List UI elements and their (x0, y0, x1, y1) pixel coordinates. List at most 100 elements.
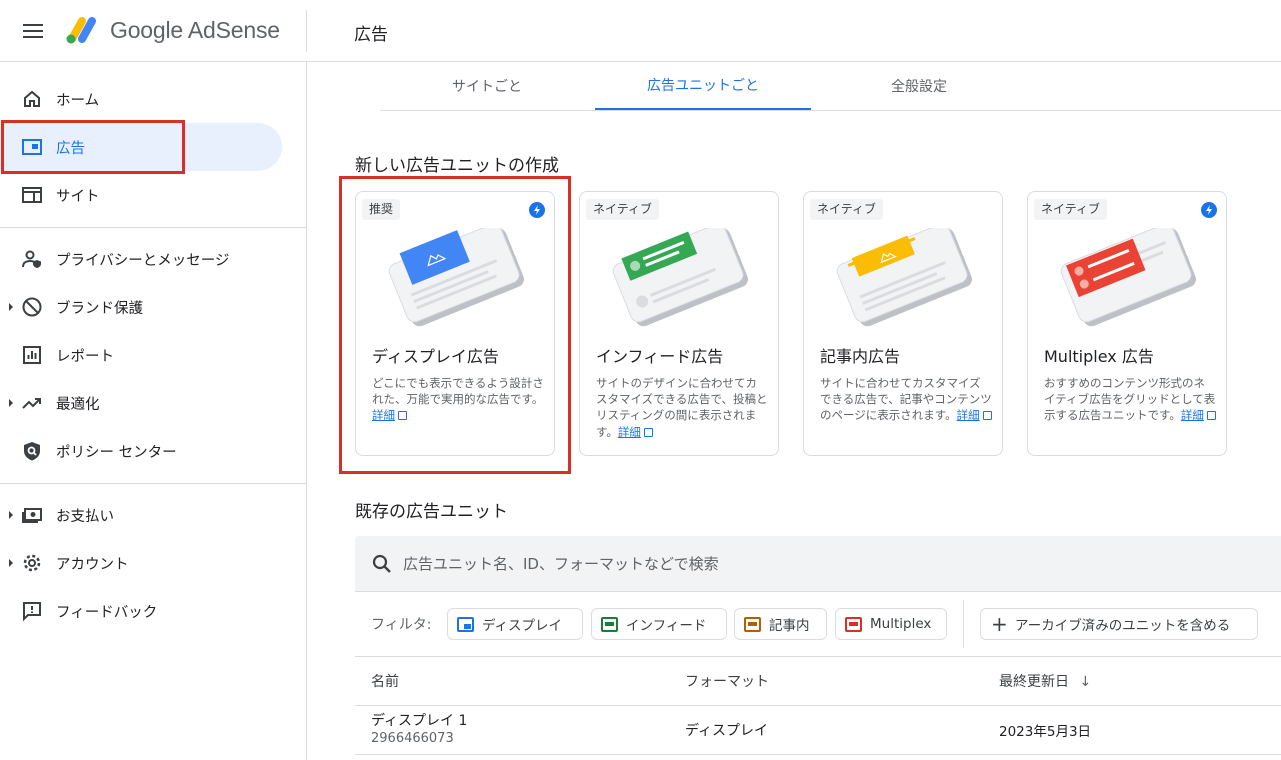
card-description: サイトのデザインに合わせてカスタマイズできる広告で、投稿とリスティングの間に表示… (596, 376, 768, 439)
adsense-logo-icon (66, 17, 96, 44)
header-divider (306, 10, 307, 52)
search-input[interactable] (403, 550, 1203, 578)
sidebar-item-label: 広告 (56, 141, 85, 157)
tab-by-site[interactable]: サイトごと (380, 62, 594, 110)
gear-icon (23, 554, 41, 572)
in-feed-ad-card[interactable]: ネイティブ インフィード広告 サイトのデザインに合わせてカスタマイズできる広告で… (579, 191, 779, 456)
filter-chip-label: Multiplex (870, 616, 932, 632)
sidebar-item-label: レポート (56, 349, 114, 365)
card-description: おすすめのコンテンツ形式のネイティブ広告をグリッドとして表示する広告ユニットです… (1044, 376, 1216, 423)
menu-icon (23, 24, 43, 26)
in-article-ad-card[interactable]: ネイティブ 記事内広告 サイトに合わせてカスタマイズできる広告で、記事やコンテン… (803, 191, 1003, 456)
ads-icon (22, 139, 42, 155)
in-feed-ad-illustration-icon (612, 228, 748, 327)
ad-unit-last-updated: 2023年5月3日 (999, 724, 1092, 740)
table-divider (355, 656, 1281, 657)
learn-more-link[interactable]: 詳細 (618, 425, 641, 439)
bolt-icon (1201, 202, 1217, 218)
sidebar-item-brand-safety[interactable]: ブランド保護 (0, 283, 282, 331)
sort-down-icon: ↓ (1079, 674, 1092, 690)
sidebar-divider (0, 227, 306, 228)
ad-unit-format: ディスプレイ (685, 723, 769, 739)
sidebar-item-label: フィードバック (56, 605, 158, 621)
learn-more-link[interactable]: 詳細 (1181, 408, 1204, 422)
policy-shield-icon (24, 442, 40, 461)
plus-icon: + (991, 612, 1008, 636)
ad-unit-name[interactable]: ディスプレイ 1 (371, 710, 467, 730)
tab-by-ad-unit[interactable]: 広告ユニットごと (595, 62, 811, 110)
column-header-name[interactable]: 名前 (371, 671, 399, 691)
tab-bar: サイトごと 広告ユニットごと 全般設定 (380, 62, 1281, 111)
sites-icon (22, 187, 42, 203)
person-shield-icon (22, 250, 41, 268)
filter-chip-in-feed[interactable]: インフィード (591, 608, 727, 640)
native-chip: ネイティブ (1034, 199, 1108, 220)
trending-up-icon (22, 398, 41, 409)
learn-more-link[interactable]: 詳細 (957, 408, 980, 422)
sidebar-item-label: プライバシーとメッセージ (56, 253, 230, 269)
sidebar-item-privacy-messaging[interactable]: プライバシーとメッセージ (0, 235, 282, 283)
sidebar-item-feedback[interactable]: フィードバック (0, 587, 282, 635)
filter-divider (963, 600, 964, 648)
learn-more-link[interactable]: 詳細 (372, 408, 395, 422)
adsense-logo-text: Google AdSense (110, 17, 280, 43)
sidebar-item-account[interactable]: アカウント (0, 539, 282, 587)
sidebar-item-label: アカウント (56, 557, 129, 573)
sidebar-item-label: 最適化 (56, 397, 100, 413)
sidebar-item-reports[interactable]: レポート (0, 331, 282, 379)
include-archived-label: アーカイブ済みのユニットを含める (1015, 618, 1231, 634)
sidebar-item-label: ブランド保護 (56, 301, 143, 317)
card-title: ディスプレイ広告 (372, 347, 499, 366)
filter-chip-in-article[interactable]: 記事内 (734, 608, 827, 640)
search-icon (372, 554, 391, 573)
sidebar-item-label: ホーム (56, 93, 100, 109)
multiplex-format-icon (845, 616, 862, 632)
create-ad-unit-heading: 新しい広告ユニットの作成 (355, 156, 559, 176)
card-description: どこにでも表示できるよう設計された、万能で実用的な広告です。詳細 (372, 376, 544, 423)
tab-general-settings[interactable]: 全般設定 (812, 62, 1026, 110)
display-ad-card[interactable]: 推奨 ディスプレイ広告 どこにでも表示できるよう設計された、万能で実用的な広告で… (355, 191, 555, 456)
multiplex-ad-illustration-icon (1060, 228, 1196, 327)
sidebar-item-ads[interactable]: 広告 (0, 123, 282, 171)
filter-label: フィルタ: (371, 617, 432, 633)
recommended-chip: 推奨 (362, 199, 401, 220)
filter-chip-multiplex[interactable]: Multiplex (835, 608, 947, 640)
in-article-ad-illustration-icon (836, 228, 972, 327)
expand-caret-icon (9, 399, 13, 407)
in-feed-format-icon (601, 616, 618, 632)
page-title: 広告 (354, 25, 388, 45)
column-header-format[interactable]: フォーマット (685, 671, 769, 691)
filter-chip-label: 記事内 (769, 618, 810, 634)
expand-caret-icon (9, 511, 13, 519)
include-archived-button[interactable]: + アーカイブ済みのユニットを含める (980, 608, 1258, 640)
display-format-icon (457, 616, 474, 632)
expand-caret-icon (9, 303, 13, 311)
external-link-icon (982, 411, 992, 421)
card-title: 記事内広告 (820, 347, 901, 366)
sidebar-item-sites[interactable]: サイト (0, 171, 282, 219)
existing-ad-units-heading: 既存の広告ユニット (355, 502, 508, 522)
card-title: インフィード広告 (596, 347, 724, 366)
block-icon (22, 297, 42, 317)
sidebar-item-label: お支払い (56, 509, 114, 525)
sidebar-item-payments[interactable]: お支払い (0, 491, 282, 539)
multiplex-ad-card[interactable]: ネイティブ Multiplex 広告 おすすめのコンテンツ形式のネイティブ広告を… (1027, 191, 1227, 456)
filter-chip-display[interactable]: ディスプレイ (447, 608, 583, 640)
external-link-icon (398, 411, 407, 421)
payments-icon (22, 508, 42, 523)
sidebar-divider (0, 483, 306, 484)
column-header-last-updated[interactable]: 最終更新日 ↓ (999, 671, 1091, 691)
sidebar-item-policy-center[interactable]: ポリシー センター (0, 427, 282, 475)
expand-caret-icon (9, 559, 13, 567)
ad-unit-search-bar (355, 536, 1281, 592)
native-chip: ネイティブ (810, 199, 884, 220)
main-menu-button[interactable] (18, 18, 48, 44)
table-divider (355, 705, 1281, 706)
sidebar-item-label: サイト (56, 189, 100, 205)
in-article-format-icon (744, 616, 761, 632)
table-divider (355, 754, 1281, 755)
home-icon (24, 90, 40, 107)
sidebar-item-home[interactable]: ホーム (0, 75, 282, 123)
sidebar-item-optimization[interactable]: 最適化 (0, 379, 282, 427)
native-chip: ネイティブ (586, 199, 660, 220)
